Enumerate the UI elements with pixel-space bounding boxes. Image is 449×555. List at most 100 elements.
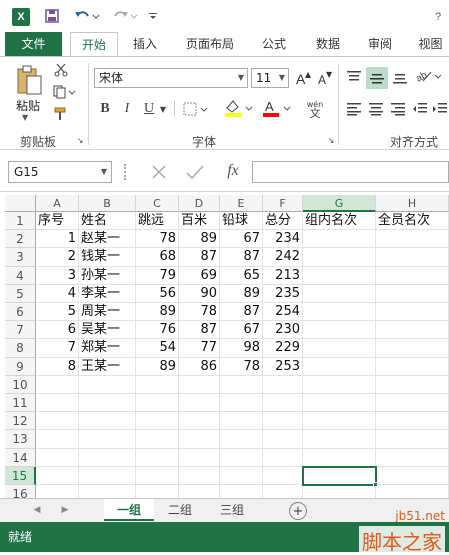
column-header-g[interactable]: G: [303, 195, 376, 212]
empty-cell[interactable]: [79, 485, 136, 498]
sheet-tab-group3[interactable]: 三组: [210, 499, 254, 521]
increase-font-icon[interactable]: A ▲: [294, 68, 312, 88]
header-cell[interactable]: 跳远: [136, 212, 179, 231]
row-header[interactable]: 16: [5, 485, 36, 498]
data-cell[interactable]: 77: [179, 339, 220, 358]
header-cell[interactable]: 全员名次: [376, 212, 449, 231]
empty-cell[interactable]: [179, 412, 220, 431]
align-right-icon[interactable]: [388, 99, 408, 119]
data-cell[interactable]: 87: [220, 248, 263, 267]
data-cell[interactable]: 68: [136, 248, 179, 267]
data-cell[interactable]: 78: [220, 357, 263, 376]
row-header[interactable]: 2: [5, 230, 36, 249]
align-center-icon[interactable]: [366, 99, 386, 119]
customize-qat-icon[interactable]: [146, 6, 160, 26]
decrease-font-icon[interactable]: A ▼: [316, 68, 334, 88]
empty-cell[interactable]: [136, 412, 179, 431]
empty-cell[interactable]: [303, 230, 376, 249]
header-cell[interactable]: 序号: [36, 212, 79, 231]
header-cell[interactable]: 百米: [179, 212, 220, 231]
paste-icon[interactable]: [14, 63, 44, 97]
data-cell[interactable]: 3: [36, 266, 79, 285]
data-cell[interactable]: 230: [263, 321, 303, 340]
column-header-c[interactable]: C: [136, 195, 179, 212]
formula-bar-grip-icon[interactable]: [124, 164, 128, 180]
tab-review[interactable]: 审阅: [358, 32, 402, 56]
empty-cell[interactable]: [376, 430, 449, 449]
data-cell[interactable]: 87: [220, 303, 263, 322]
row-header[interactable]: 4: [5, 266, 36, 285]
data-cell[interactable]: 87: [179, 321, 220, 340]
chevron-down-icon[interactable]: ▼: [158, 101, 168, 117]
empty-cell[interactable]: [36, 466, 79, 485]
format-painter-icon[interactable]: [52, 105, 70, 123]
data-cell[interactable]: 4: [36, 284, 79, 303]
data-cell[interactable]: 242: [263, 248, 303, 267]
empty-cell[interactable]: [79, 430, 136, 449]
data-cell[interactable]: 89: [136, 357, 179, 376]
data-cell[interactable]: 周某一: [79, 303, 136, 322]
row-header[interactable]: 13: [5, 430, 36, 449]
empty-cell[interactable]: [179, 466, 220, 485]
data-cell[interactable]: 赵某一: [79, 230, 136, 249]
empty-cell[interactable]: [303, 321, 376, 340]
data-cell[interactable]: 78: [179, 303, 220, 322]
empty-cell[interactable]: [136, 466, 179, 485]
name-box[interactable]: G15 ▼: [8, 161, 112, 183]
data-cell[interactable]: 1: [36, 230, 79, 249]
data-cell[interactable]: 253: [263, 357, 303, 376]
column-header-d[interactable]: D: [179, 195, 220, 212]
data-cell[interactable]: 89: [179, 230, 220, 249]
empty-cell[interactable]: [36, 430, 79, 449]
empty-cell[interactable]: [303, 394, 376, 413]
font-launcher-icon[interactable]: ↘: [326, 135, 336, 145]
empty-cell[interactable]: [220, 485, 263, 498]
redo-icon[interactable]: [110, 6, 140, 26]
empty-cell[interactable]: [303, 339, 376, 358]
empty-cell[interactable]: [376, 248, 449, 267]
data-cell[interactable]: 5: [36, 303, 79, 322]
sheet-tab-group1[interactable]: 一组: [104, 499, 154, 521]
empty-cell[interactable]: [36, 485, 79, 498]
data-cell[interactable]: 87: [179, 248, 220, 267]
font-size-select[interactable]: 11 ▼: [251, 68, 289, 88]
align-left-icon[interactable]: [344, 99, 364, 119]
empty-cell[interactable]: [36, 394, 79, 413]
empty-cell[interactable]: [376, 339, 449, 358]
data-cell[interactable]: 67: [220, 321, 263, 340]
row-header[interactable]: 10: [5, 375, 36, 394]
data-cell[interactable]: 郑某一: [79, 339, 136, 358]
empty-cell[interactable]: [303, 357, 376, 376]
tab-insert[interactable]: 插入: [124, 32, 166, 56]
copy-icon[interactable]: [52, 83, 78, 101]
font-name-select[interactable]: 宋体 ▼: [94, 68, 248, 88]
row-header[interactable]: 14: [5, 448, 36, 467]
data-cell[interactable]: 56: [136, 284, 179, 303]
empty-cell[interactable]: [303, 375, 376, 394]
empty-cell[interactable]: [79, 466, 136, 485]
underline-button[interactable]: U: [140, 99, 158, 119]
data-cell[interactable]: 6: [36, 321, 79, 340]
empty-cell[interactable]: [376, 375, 449, 394]
header-cell[interactable]: 总分: [263, 212, 303, 231]
header-cell[interactable]: 铅球: [220, 212, 263, 231]
fill-color-icon[interactable]: [222, 97, 256, 119]
empty-cell[interactable]: [263, 412, 303, 431]
cut-icon[interactable]: [52, 61, 70, 79]
empty-cell[interactable]: [376, 266, 449, 285]
data-cell[interactable]: 213: [263, 266, 303, 285]
fill-handle[interactable]: [373, 482, 378, 487]
header-cell[interactable]: 姓名: [79, 212, 136, 231]
empty-cell[interactable]: [220, 448, 263, 467]
empty-cell[interactable]: [376, 485, 449, 498]
empty-cell[interactable]: [376, 412, 449, 431]
row-header[interactable]: 12: [5, 412, 36, 431]
row-header[interactable]: 8: [5, 339, 36, 358]
empty-cell[interactable]: [263, 485, 303, 498]
data-cell[interactable]: 86: [179, 357, 220, 376]
data-cell[interactable]: 79: [136, 266, 179, 285]
undo-icon[interactable]: [72, 6, 102, 26]
empty-cell[interactable]: [220, 394, 263, 413]
empty-cell[interactable]: [376, 448, 449, 467]
tab-page-layout[interactable]: 页面布局: [176, 32, 244, 56]
